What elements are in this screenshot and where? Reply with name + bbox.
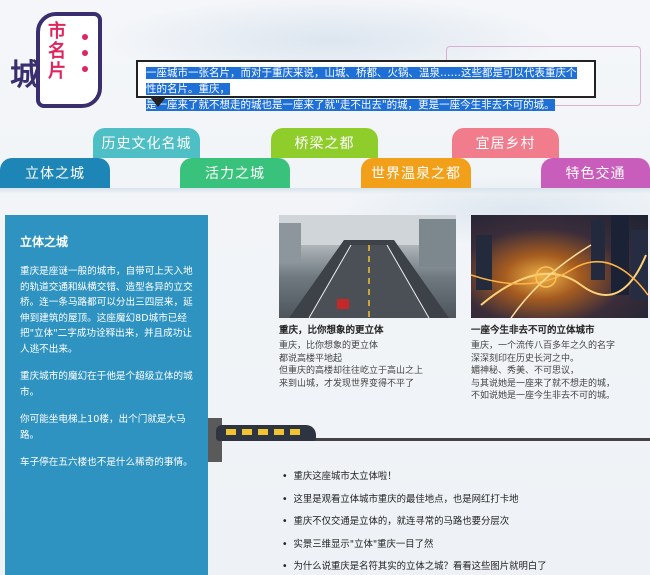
tab-shadow [0,188,650,194]
caption-line: 不如说她是一座今生非去不可的城。 [471,391,616,401]
panel-paragraph: 重庆城市的魔幻在于他是个超级立体的城市。 [20,371,193,398]
tab-livable-village[interactable]: 宜居乡村 [452,128,559,158]
caption-line: 重庆，比你想象的更立体 [279,341,379,351]
logo-main-char: 城 [10,58,40,93]
photo-1-title: 重庆，比你想象的更立体 [279,325,384,336]
caption-line: 媚神秘、秀美、不可思议， [471,366,580,376]
intro-line-1: 一座城市一张名片，而对于重庆来说，山城、桥都、火锅、温泉……这些都是可以代表重庆… [146,67,577,95]
night-city-illustration [471,215,648,318]
list-item[interactable]: 为什么说重庆是名符其实的立体之城？看看这些图片就明白了 [282,561,642,573]
intro-bubble-tail [150,97,166,107]
list-item[interactable]: 这里是观看立体城市重庆的最佳地点，也是网红打卡地 [282,494,642,506]
tab-history-culture[interactable]: 历史文化名城 [93,128,200,158]
tab-special-transport[interactable]: 特色交通 [541,158,650,188]
logo: 城 市名片 [6,8,106,108]
highlights-list: 重庆这座城市太立体啦！ 这里是观看立体城市重庆的最佳地点，也是网红打卡地 重庆不… [282,471,642,575]
caption-line: 与其说她是一座来了就不想走的城， [471,378,616,389]
panel-paragraph: 你可能坐电梯上10楼，出个门就是大马路。 [20,414,186,441]
panel-title: 立体之城 [20,235,69,249]
night-interchange-photo [471,215,648,318]
intro-line-2: 是一座来了就不想走的城也是一座来了就"走不出去"的城，更是一座今生非去不可的城。 [146,99,555,111]
content-panel: 立体之城 重庆是座谜一般的城市，自带可上天入地的轨道交通和纵横交错、造型各异的立… [5,215,208,575]
intro-text-box: 一座城市一张名片，而对于重庆来说，山城、桥都、火锅、温泉……这些都是可以代表重庆… [136,60,596,111]
caption-line: 重庆，一个流传八百多年之久的名字 [471,341,616,351]
list-item[interactable]: 重庆不仅交通是立体的，就连寻常的马路也要分层次 [282,516,642,528]
road-illustration [279,215,456,318]
tab-hot-springs[interactable]: 世界温泉之都 [361,158,471,188]
list-item[interactable]: 实景三维显示"立体"重庆一目了然 [282,539,642,551]
road-photo [279,215,456,318]
monorail-train-icon [216,425,316,441]
tab-3d-city[interactable]: 立体之城 [0,158,110,188]
caption-line: 但重庆的高楼却往往屹立于高山之上 [279,366,424,376]
photo-2-caption: 重庆，一个流传八百多年之久的名字 深深刻印在历史长河之中。 媚神秘、秀美、不可思… [471,340,615,403]
caption-line: 来到山城，才发现世界变得不平了 [279,378,415,389]
list-item[interactable]: 重庆这座城市太立体啦！ [282,471,642,483]
caption-line: 都说高楼平地起 [279,353,343,364]
photo-2-title: 一座今生非去不可的立体城市 [471,325,595,336]
tab-bridges[interactable]: 桥梁之都 [271,128,378,158]
panel-paragraph: 重庆是座谜一般的城市，自带可上天入地的轨道交通和纵横交错、造型各异的立交桥。连一… [20,266,193,355]
logo-dots [76,28,94,98]
panel-paragraph: 车子停在五六楼也不是什么稀奇的事情。 [20,457,193,468]
photo-1-caption: 重庆，比你想象的更立体 都说高楼平地起 但重庆的高楼却往往屹立于高山之上 来到山… [279,340,423,390]
logo-vertical-text: 市名片 [48,21,66,82]
caption-line: 深深刻印在历史长河之中。 [471,353,580,364]
tab-vibrant-city[interactable]: 活力之城 [180,158,290,188]
